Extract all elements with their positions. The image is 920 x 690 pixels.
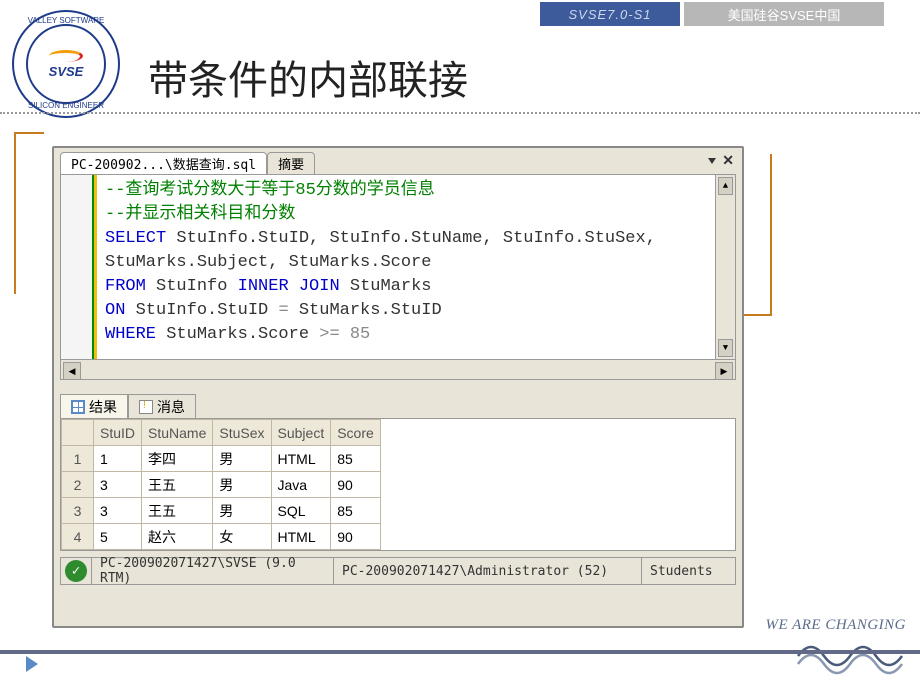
code-lines: --查询考试分数大于等于85分数的学员信息 --并显示相关科目和分数 SELEC… <box>97 175 664 359</box>
tab-results[interactable]: 结果 <box>60 394 128 418</box>
svse-logo: VALLEY SOFTWARE SVSE SILICON ENGINEER <box>12 10 120 118</box>
cell: 3 <box>94 472 142 498</box>
dotted-rule <box>0 112 920 114</box>
splitter[interactable] <box>54 380 742 390</box>
footer-slogan: WE ARE CHANGING <box>765 617 906 634</box>
cell: 85 <box>331 498 381 524</box>
logo-abbr: SVSE <box>49 64 84 79</box>
tab-messages[interactable]: 消息 <box>128 394 196 418</box>
cell: 85 <box>331 446 381 472</box>
scroll-right-icon[interactable]: ▶ <box>715 362 733 380</box>
close-icon[interactable]: ✕ <box>722 152 734 169</box>
tab-messages-label: 消息 <box>157 397 185 417</box>
col-stuid[interactable]: StuID <box>94 420 142 446</box>
results-grid-wrap: StuID StuName StuSex Subject Score 1 1 李… <box>60 418 736 551</box>
logo-ring-top: VALLEY SOFTWARE <box>28 16 105 25</box>
vertical-scrollbar[interactable]: ▲ ▼ <box>715 175 735 359</box>
doc-icon <box>139 400 153 414</box>
cell: 1 <box>94 446 142 472</box>
result-tabbar: 结果 消息 <box>54 390 742 418</box>
cell: 男 <box>213 446 271 472</box>
cell: 男 <box>213 472 271 498</box>
op-gte: >= 85 <box>319 325 370 344</box>
logo-ring-bottom: SILICON ENGINEER <box>28 101 104 110</box>
cell: 男 <box>213 498 271 524</box>
grid-header-row: StuID StuName StuSex Subject Score <box>62 420 381 446</box>
cell: 5 <box>94 524 142 550</box>
table-row[interactable]: 4 5 赵六 女 HTML 90 <box>62 524 381 550</box>
row-num: 1 <box>62 446 94 472</box>
code-l4a: StuInfo.StuID <box>125 301 278 320</box>
table-row[interactable]: 3 3 王五 男 SQL 85 <box>62 498 381 524</box>
editor-gutter <box>61 175 97 359</box>
cell: 王五 <box>142 472 213 498</box>
brand-pill: 美国硅谷SVSE中国 <box>684 2 884 26</box>
caret-down-icon[interactable] <box>708 158 716 164</box>
code-comment-1: --查询考试分数大于等于85分数的学员信息 <box>105 181 435 200</box>
logo-inner: SVSE <box>26 24 106 104</box>
code-l2: StuMarks.Subject, StuMarks.Score <box>105 253 431 272</box>
tab-results-label: 结果 <box>89 397 117 417</box>
footer-line <box>0 650 920 654</box>
code-l4b: StuMarks.StuID <box>289 301 442 320</box>
cell: 王五 <box>142 498 213 524</box>
horizontal-scrollbar[interactable]: ◀ ▶ <box>60 360 736 380</box>
cell: 3 <box>94 498 142 524</box>
status-user: PC-200902071427\Administrator (52) <box>333 558 641 584</box>
kw-on: ON <box>105 301 125 320</box>
cell: 女 <box>213 524 271 550</box>
wave-icon <box>796 636 906 676</box>
tab-file[interactable]: PC-200902...\数据查询.sql <box>60 152 267 174</box>
page-title: 带条件的内部联接 <box>148 48 468 106</box>
footer-arrow-icon <box>26 656 38 672</box>
table-row[interactable]: 1 1 李四 男 HTML 85 <box>62 446 381 472</box>
status-server: PC-200902071427\SVSE (9.0 RTM) <box>91 558 333 584</box>
kw-innerjoin: INNER JOIN <box>238 277 340 296</box>
cell: HTML <box>271 524 331 550</box>
code-comment-2: --并显示相关科目和分数 <box>105 205 295 224</box>
scroll-left-icon[interactable]: ◀ <box>63 362 81 380</box>
op-eq: = <box>278 301 288 320</box>
logo-swoosh-icon <box>49 50 83 62</box>
results-grid[interactable]: StuID StuName StuSex Subject Score 1 1 李… <box>61 419 381 550</box>
tabbar-right: ✕ <box>708 152 734 169</box>
header-bar: SVSE7.0-S1 美国硅谷SVSE中国 <box>0 0 920 28</box>
grid-icon <box>71 400 85 414</box>
kw-select: SELECT <box>105 229 166 248</box>
scroll-up-icon[interactable]: ▲ <box>718 177 733 195</box>
status-db: Students <box>641 558 735 584</box>
code-l3b: StuMarks <box>340 277 432 296</box>
cell: 李四 <box>142 446 213 472</box>
col-stusex[interactable]: StuSex <box>213 420 271 446</box>
cell: 赵六 <box>142 524 213 550</box>
tab-summary[interactable]: 摘要 <box>267 152 315 174</box>
code-l1: StuInfo.StuID, StuInfo.StuName, StuInfo.… <box>166 229 656 248</box>
cell: SQL <box>271 498 331 524</box>
version-pill: SVSE7.0-S1 <box>540 2 680 26</box>
cell: 90 <box>331 472 381 498</box>
kw-from: FROM <box>105 277 146 296</box>
col-score[interactable]: Score <box>331 420 381 446</box>
status-ok-icon: ✓ <box>65 560 87 582</box>
row-num: 3 <box>62 498 94 524</box>
col-subject[interactable]: Subject <box>271 420 331 446</box>
cell: Java <box>271 472 331 498</box>
table-row[interactable]: 2 3 王五 男 Java 90 <box>62 472 381 498</box>
scroll-down-icon[interactable]: ▼ <box>718 339 733 357</box>
code-editor[interactable]: --查询考试分数大于等于85分数的学员信息 --并显示相关科目和分数 SELEC… <box>60 174 736 360</box>
cell: HTML <box>271 446 331 472</box>
code-l3a: StuInfo <box>146 277 238 296</box>
sql-window: PC-200902...\数据查询.sql 摘要 ✕ --查询考试分数大于等于8… <box>52 146 744 628</box>
col-stuname[interactable]: StuName <box>142 420 213 446</box>
code-l5a: StuMarks.Score <box>156 325 319 344</box>
grid-corner <box>62 420 94 446</box>
statusbar: ✓ PC-200902071427\SVSE (9.0 RTM) PC-2009… <box>60 557 736 585</box>
editor-tabbar: PC-200902...\数据查询.sql 摘要 ✕ <box>54 148 742 174</box>
kw-where: WHERE <box>105 325 156 344</box>
row-num: 2 <box>62 472 94 498</box>
row-num: 4 <box>62 524 94 550</box>
cell: 90 <box>331 524 381 550</box>
